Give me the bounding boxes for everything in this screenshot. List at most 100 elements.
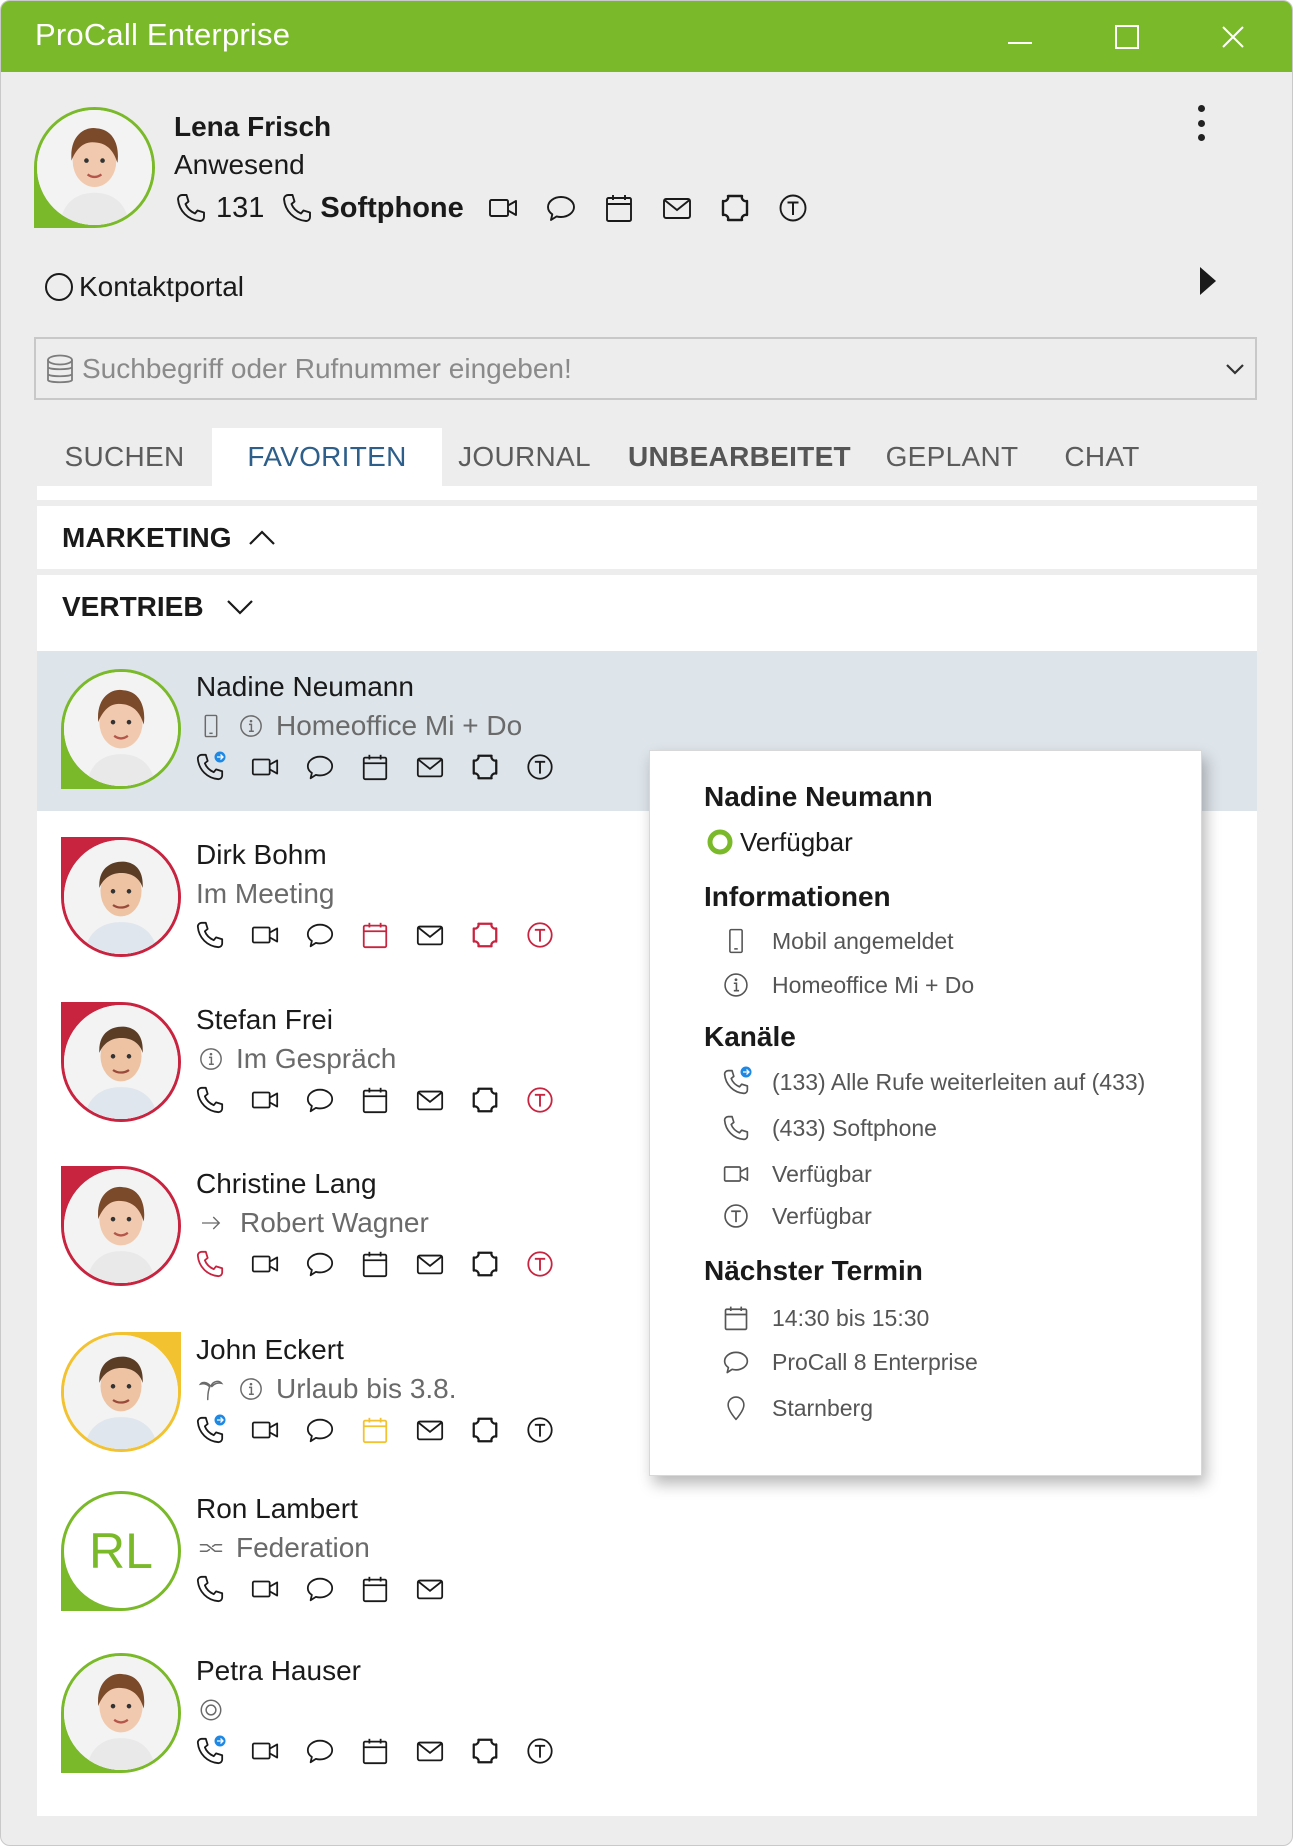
group-header-marketing[interactable]: MARKETING [37, 506, 1257, 569]
popup-channel-text: Verfügbar [772, 1202, 872, 1229]
tab-unbearbeitet[interactable]: UNBEARBEITET [607, 428, 872, 486]
avatar[interactable] [61, 1002, 181, 1122]
screenshare-icon[interactable] [718, 191, 752, 225]
mail-icon[interactable] [414, 1084, 446, 1116]
softphone-label[interactable]: Softphone [320, 192, 463, 225]
chat-icon[interactable] [544, 191, 578, 225]
screenshare-icon[interactable] [469, 1735, 501, 1767]
avatar[interactable] [61, 669, 181, 789]
phone-icon[interactable] [194, 919, 226, 951]
database-icon[interactable] [44, 353, 76, 387]
mail-icon[interactable] [660, 191, 694, 225]
close-button[interactable] [1193, 1, 1273, 72]
calendar-icon[interactable] [359, 1084, 391, 1116]
calendar-icon[interactable] [359, 1573, 391, 1605]
tab-journal[interactable]: JOURNAL [442, 428, 607, 486]
arrow-right-icon [196, 1208, 226, 1238]
avatar[interactable] [61, 1166, 181, 1286]
tab-favoriten[interactable]: FAVORITEN [212, 428, 442, 486]
calendar-icon[interactable] [359, 751, 391, 783]
video-icon[interactable] [249, 919, 281, 951]
phone-forward-icon[interactable] [194, 1414, 226, 1446]
video-icon[interactable] [249, 1573, 281, 1605]
maximize-button[interactable] [1087, 1, 1167, 72]
phone-icon[interactable] [174, 191, 208, 225]
screenshare-icon[interactable] [469, 751, 501, 783]
my-phone-extension[interactable]: 131 [216, 192, 264, 225]
phone-icon[interactable] [194, 1573, 226, 1605]
phone-icon[interactable] [194, 1248, 226, 1280]
avatar[interactable]: RL [61, 1491, 181, 1611]
group-header-vertrieb[interactable]: VERTRIEB [37, 575, 1257, 639]
team-icon[interactable] [524, 751, 556, 783]
title-bar[interactable]: ProCall Enterprise [1, 1, 1292, 72]
popup-channel-row[interactable]: (433) Softphone [720, 1112, 937, 1144]
calendar-icon[interactable] [602, 191, 636, 225]
contact-portal-label: Kontaktportal [79, 271, 244, 302]
video-icon[interactable] [249, 1084, 281, 1116]
contact-row-petra-hauser[interactable]: Petra Hauser [37, 1635, 1257, 1795]
tab-geplant[interactable]: GEPLANT [872, 428, 1032, 486]
chat-icon[interactable] [304, 1573, 336, 1605]
phone-icon[interactable] [280, 191, 314, 225]
info-icon [196, 1044, 226, 1074]
team-icon[interactable] [524, 1084, 556, 1116]
calendar-icon[interactable] [359, 1414, 391, 1446]
team-icon[interactable] [524, 919, 556, 951]
chat-icon[interactable] [304, 1414, 336, 1446]
chat-icon[interactable] [304, 1735, 336, 1767]
tab-suchen[interactable]: SUCHEN [37, 428, 212, 486]
expand-arrow-icon[interactable] [1196, 263, 1220, 299]
my-presence-status[interactable]: Anwesend [174, 149, 305, 181]
chevron-down-icon[interactable] [1221, 357, 1249, 381]
minimize-button[interactable] [980, 1, 1060, 72]
phone-forward-icon[interactable] [194, 1735, 226, 1767]
calendar-icon[interactable] [359, 1248, 391, 1280]
mail-icon[interactable] [414, 1248, 446, 1280]
contact-portal-toggle[interactable]: Kontaktportal [43, 269, 244, 305]
popup-info-row: Homeoffice Mi + Do [720, 969, 974, 1001]
video-icon[interactable] [249, 1248, 281, 1280]
mail-icon[interactable] [414, 1735, 446, 1767]
screenshare-icon[interactable] [469, 919, 501, 951]
calendar-icon[interactable] [359, 919, 391, 951]
team-icon[interactable] [524, 1735, 556, 1767]
popup-appointment-row: Starnberg [720, 1392, 873, 1424]
avatar[interactable] [61, 837, 181, 957]
video-icon[interactable] [486, 191, 520, 225]
more-menu-button[interactable] [1186, 101, 1216, 145]
team-icon[interactable] [524, 1414, 556, 1446]
contact-row-ron-lambert[interactable]: RL Ron Lambert Federation [37, 1473, 1257, 1633]
video-icon[interactable] [249, 1735, 281, 1767]
avatar[interactable] [61, 1332, 181, 1452]
calendar-icon[interactable] [359, 1735, 391, 1767]
phone-forward-icon[interactable] [194, 751, 226, 783]
popup-channel-row[interactable]: Verfügbar [720, 1158, 872, 1190]
team-icon[interactable] [524, 1248, 556, 1280]
phone-icon[interactable] [194, 1084, 226, 1116]
search-box[interactable] [34, 337, 1257, 400]
mail-icon[interactable] [414, 1414, 446, 1446]
chat-icon[interactable] [304, 751, 336, 783]
chat-icon[interactable] [304, 919, 336, 951]
group-label: MARKETING [62, 521, 232, 553]
my-avatar[interactable] [34, 107, 155, 228]
mail-icon[interactable] [414, 751, 446, 783]
search-input[interactable] [82, 345, 1182, 393]
screenshare-icon[interactable] [469, 1084, 501, 1116]
popup-channel-row[interactable]: Verfügbar [720, 1200, 872, 1232]
contact-name: Petra Hauser [196, 1655, 361, 1686]
chat-icon[interactable] [304, 1248, 336, 1280]
chat-icon[interactable] [304, 1084, 336, 1116]
avatar[interactable] [61, 1653, 181, 1773]
screenshare-icon[interactable] [469, 1248, 501, 1280]
mail-icon[interactable] [414, 1573, 446, 1605]
mobile-icon [196, 711, 226, 741]
team-icon[interactable] [776, 191, 810, 225]
video-icon[interactable] [249, 1414, 281, 1446]
video-icon[interactable] [249, 751, 281, 783]
popup-channel-row[interactable]: (133) Alle Rufe weiterleiten auf (433) [720, 1066, 1145, 1098]
screenshare-icon[interactable] [469, 1414, 501, 1446]
tab-chat[interactable]: CHAT [1032, 428, 1172, 486]
mail-icon[interactable] [414, 919, 446, 951]
